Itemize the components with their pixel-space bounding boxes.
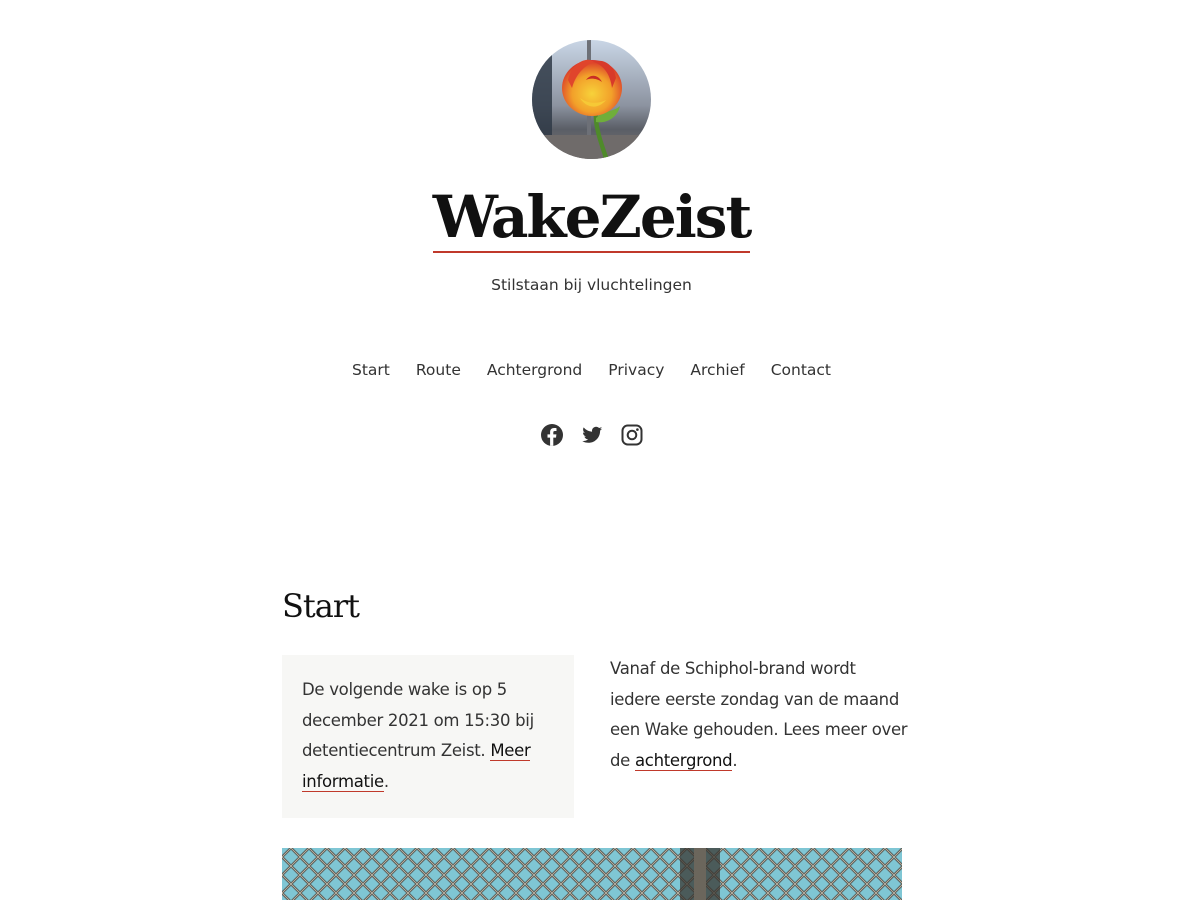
intro-paragraph: Vanaf de Schiphol-brand wordt iedere eer…: [610, 654, 910, 777]
nav-item-contact[interactable]: Contact: [771, 360, 831, 380]
notice-suffix: .: [383, 772, 389, 792]
nav-item-achtergrond[interactable]: Achtergrond: [487, 360, 582, 380]
site-title: WakeZeist: [0, 180, 1183, 254]
intro-suffix: .: [732, 751, 738, 771]
page: WakeZeist Stilstaan bij vluchtelingen St…: [0, 0, 1200, 900]
nav-item-route[interactable]: Route: [416, 360, 461, 380]
page-heading: Start: [282, 587, 360, 625]
site-tagline: Stilstaan bij vluchtelingen: [491, 276, 692, 294]
nav-item-privacy[interactable]: Privacy: [608, 360, 664, 380]
facebook-icon[interactable]: [540, 423, 564, 447]
background-link[interactable]: achtergrond: [634, 751, 733, 772]
site-logo[interactable]: [532, 40, 651, 159]
instagram-icon[interactable]: [620, 423, 644, 447]
next-wake-notice: De volgende wake is op 5 december 2021 o…: [282, 655, 574, 818]
nav-item-start[interactable]: Start: [352, 360, 390, 380]
nav-item-archief[interactable]: Archief: [690, 360, 744, 380]
fence-image: [282, 848, 902, 900]
social-links: [0, 423, 1183, 447]
main-navigation: Start Route Achtergrond Privacy Archief …: [0, 360, 1183, 380]
twitter-icon[interactable]: [580, 423, 604, 447]
site-title-link[interactable]: WakeZeist: [432, 183, 752, 253]
rose-logo-image: [532, 40, 651, 159]
